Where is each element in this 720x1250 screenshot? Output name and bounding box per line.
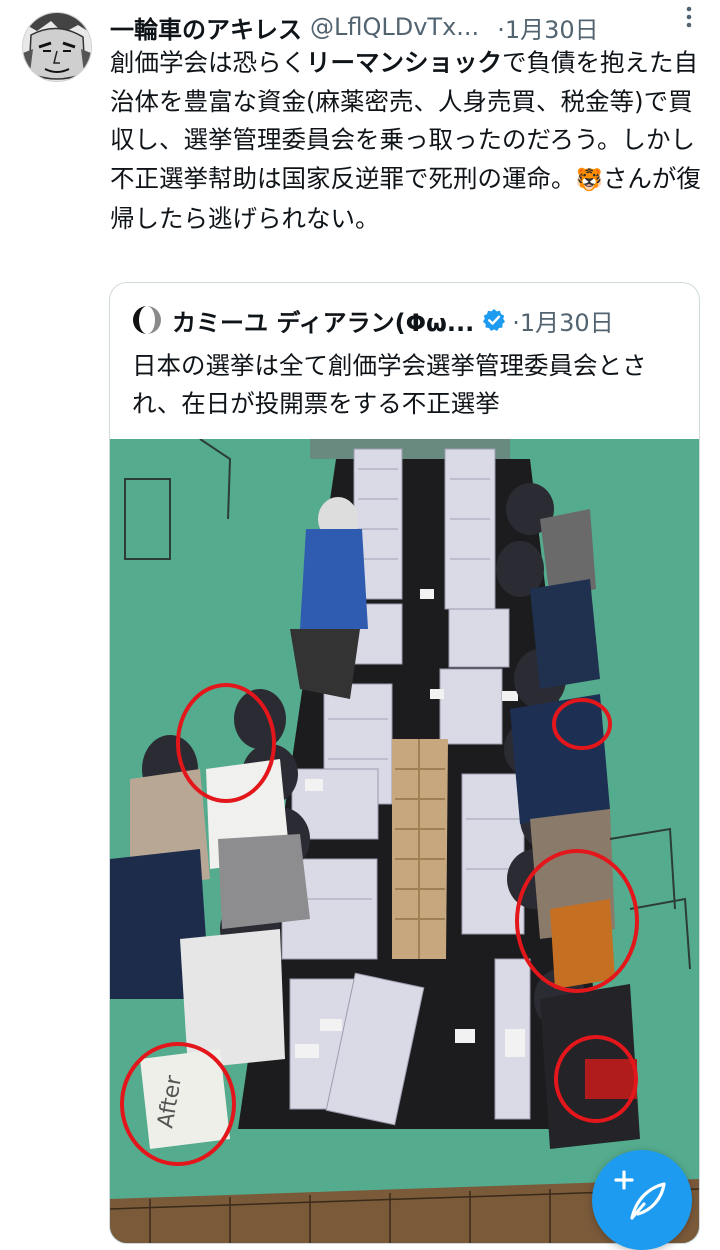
- tweet-text-part: 創価学会は恐らく: [110, 48, 306, 77]
- more-options-icon[interactable]: [676, 4, 702, 30]
- quoted-author-name[interactable]: カミーユ ディアラン(Φω...: [172, 303, 474, 338]
- vote-counting-photo[interactable]: After: [110, 439, 699, 1243]
- tweet-header: 一輪車のアキレス @LflQLDvTx... ·1月30日: [110, 10, 710, 44]
- quoted-author-avatar[interactable]: [132, 305, 162, 335]
- tweet-body: 創価学会は恐らくリーマンショックで負債を抱えた自治体を豊富な資金(麻薬密売、人身…: [110, 44, 705, 239]
- verified-badge-icon: [483, 309, 506, 331]
- quoted-tweet-text: 日本の選挙は全て創価学会選挙管理委員会とされ、在日が投開票をする不正選挙: [132, 351, 647, 418]
- quoted-tweet-card[interactable]: カミーユ ディアラン(Φω... ·1月30日 日本の選挙は全て創価学会選挙管理…: [109, 282, 700, 1244]
- author-handle[interactable]: @LflQLDvTx...: [310, 13, 479, 41]
- quoted-tweet-header: カミーユ ディアラン(Φω... ·1月30日: [132, 303, 692, 337]
- author-name[interactable]: 一輪車のアキレス: [110, 10, 302, 45]
- tweet-date[interactable]: ·1月30日: [497, 10, 598, 45]
- tweet-text-keyword: リーマンショック: [306, 48, 502, 77]
- compose-feather-plus-icon: [614, 1170, 666, 1220]
- tiger-emoji-icon: 🐯: [575, 167, 603, 193]
- quoted-tweet-date[interactable]: ·1月30日: [512, 303, 613, 338]
- avatar-manga-face-image: [23, 13, 91, 81]
- author-avatar[interactable]: [22, 12, 92, 82]
- compose-tweet-button[interactable]: [592, 1150, 692, 1250]
